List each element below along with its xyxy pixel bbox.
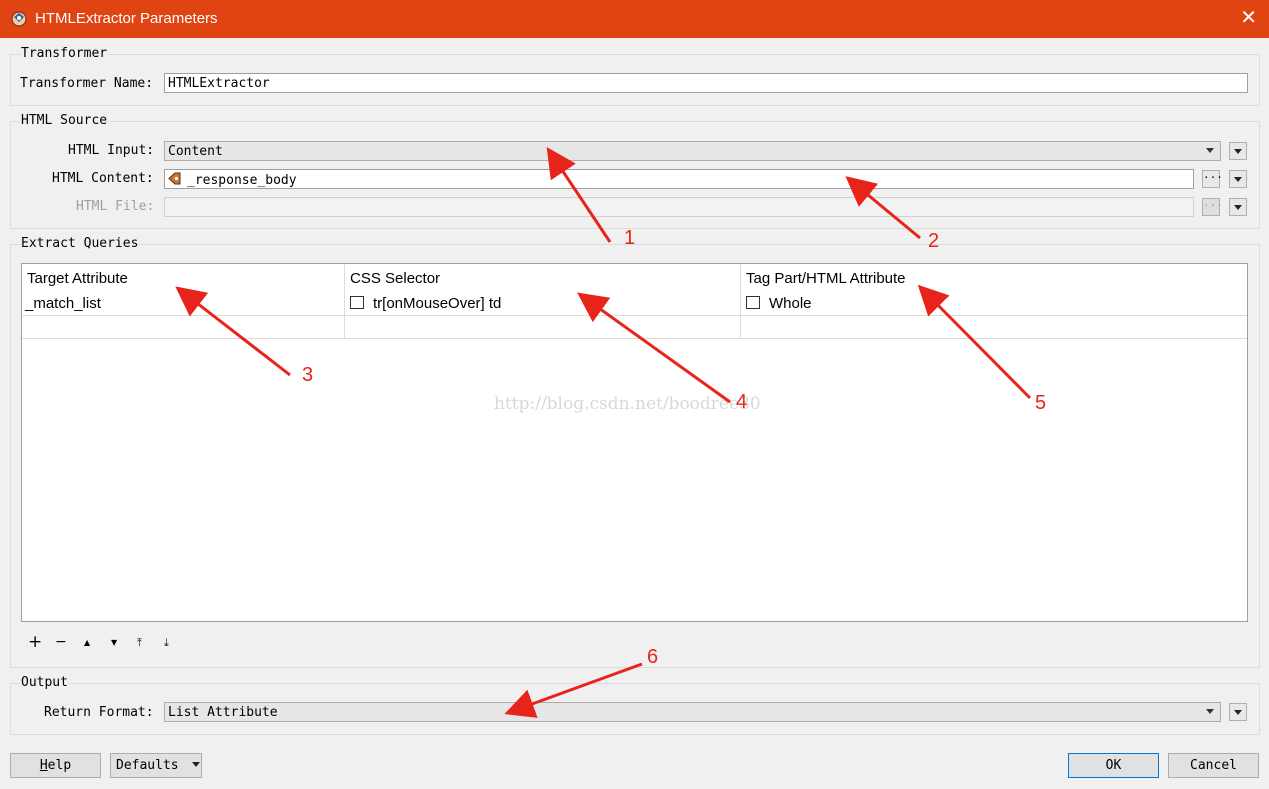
chevron-down-icon [1206, 148, 1214, 153]
triangle-down-icon [1234, 710, 1242, 715]
html-input-value: Content [168, 144, 223, 159]
triangle-down-icon [1234, 177, 1242, 182]
annotation-number-3: 3 [302, 364, 314, 386]
output-legend: Output [21, 675, 68, 690]
transformer-name-label: Transformer Name: [20, 76, 154, 91]
expression-icon [746, 296, 760, 309]
column-divider [740, 264, 741, 339]
cell-tag-part[interactable]: Whole [746, 295, 812, 312]
html-file-label: HTML File: [76, 199, 155, 214]
annotation-number-4: 4 [736, 391, 748, 413]
html-content-input[interactable]: _response_body [164, 169, 1194, 189]
help-label: elp [47, 758, 72, 773]
help-button[interactable]: Help [10, 753, 101, 778]
return-format-select[interactable]: List Attribute [164, 702, 1221, 722]
html-input-label: HTML Input: [68, 143, 155, 158]
html-source-legend: HTML Source [21, 113, 108, 128]
row-divider [22, 315, 1247, 316]
watermark-text: http://blog.csdn.net/boodree30 [494, 394, 761, 414]
window-title: HTMLExtractor Parameters [35, 10, 218, 27]
move-bottom-button[interactable]: ⤓ [164, 636, 169, 650]
column-header-tag-part[interactable]: Tag Part/HTML Attribute [746, 270, 906, 287]
help-mnemonic: H [39, 758, 48, 773]
add-row-button[interactable]: + [28, 632, 42, 652]
attribute-icon [168, 172, 181, 185]
ok-button[interactable]: OK [1068, 753, 1159, 778]
move-up-button[interactable]: ▲ [84, 638, 90, 647]
html-content-menu-button[interactable] [1229, 170, 1247, 188]
move-down-button[interactable]: ▼ [111, 638, 117, 647]
transformer-name-input[interactable]: HTMLExtractor [164, 73, 1248, 93]
html-file-input[interactable] [164, 197, 1194, 217]
return-format-menu-button[interactable] [1229, 703, 1247, 721]
chevron-down-icon [1206, 709, 1214, 714]
html-content-value: _response_body [187, 173, 297, 188]
queries-table: Target Attribute CSS Selector Tag Part/H… [21, 263, 1248, 622]
cell-target-attribute[interactable]: _match_list [25, 295, 101, 312]
transformer-legend: Transformer [21, 46, 108, 61]
html-content-edit-button[interactable]: ··· [1202, 170, 1223, 188]
annotation-number-2: 2 [928, 230, 940, 252]
html-file-menu-button[interactable] [1229, 198, 1247, 216]
app-icon [11, 11, 27, 27]
column-divider [344, 264, 345, 339]
extract-queries-legend: Extract Queries [21, 236, 139, 251]
html-file-browse-button[interactable]: ··· [1202, 198, 1223, 216]
defaults-label: Defaults [116, 758, 179, 773]
cancel-button[interactable]: Cancel [1168, 753, 1259, 778]
annotation-number-5: 5 [1035, 392, 1047, 414]
remove-row-button[interactable]: − [55, 634, 67, 650]
row-divider [22, 338, 1247, 339]
triangle-down-icon [192, 762, 201, 767]
move-top-button[interactable]: ⤒ [137, 636, 142, 650]
html-input-menu-button[interactable] [1229, 142, 1247, 160]
html-content-label: HTML Content: [52, 171, 154, 186]
return-format-value: List Attribute [168, 705, 278, 720]
triangle-down-icon [1234, 205, 1242, 210]
html-input-select[interactable]: Content [164, 141, 1221, 161]
cell-css-selector[interactable]: tr[onMouseOver] td [350, 295, 501, 312]
defaults-button[interactable]: Defaults [110, 753, 202, 778]
triangle-down-icon [1234, 149, 1242, 154]
return-format-label: Return Format: [44, 705, 154, 720]
column-header-css-selector[interactable]: CSS Selector [350, 270, 440, 287]
expression-icon [350, 296, 364, 309]
annotation-number-1: 1 [624, 227, 636, 249]
column-header-target-attribute[interactable]: Target Attribute [27, 270, 128, 287]
cell-css-selector-value: tr[onMouseOver] td [373, 295, 502, 312]
title-bar: HTMLExtractor Parameters ✕ [0, 0, 1269, 38]
close-icon[interactable]: ✕ [1240, 7, 1257, 29]
cell-tag-part-value: Whole [769, 295, 812, 312]
annotation-number-6: 6 [647, 646, 659, 668]
